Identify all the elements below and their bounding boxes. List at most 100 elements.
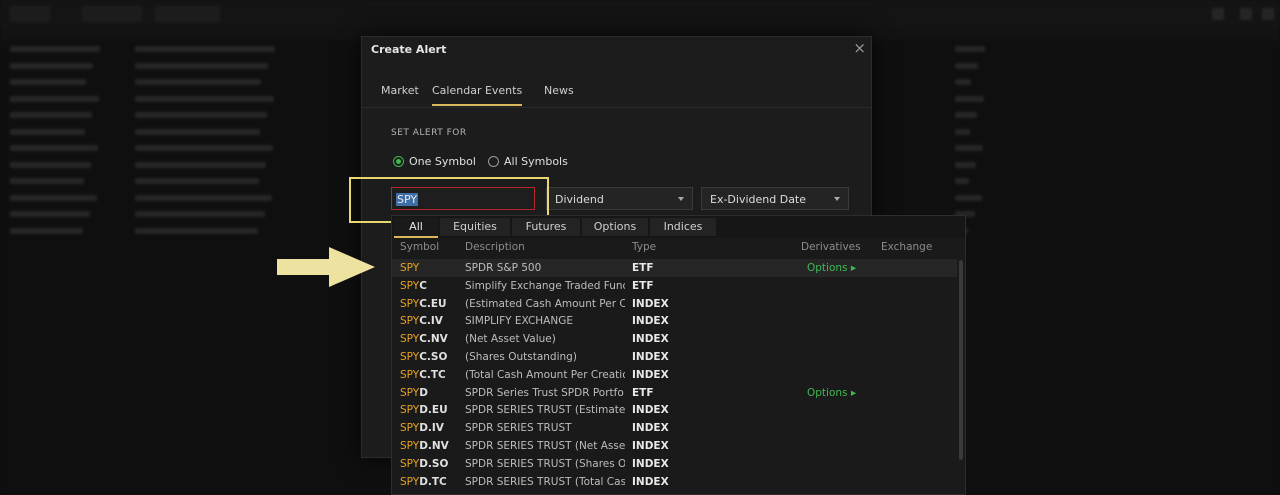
result-type: INDEX [632,297,669,310]
results-tab-options[interactable]: Options [582,218,648,236]
tab-news[interactable]: News [544,84,574,104]
date-field-value: Ex-Dividend Date [710,193,807,206]
result-row[interactable]: SPYD.TC SPDR SERIES TRUST (Total Cash INDE… [392,473,957,491]
result-type: ETF [632,386,654,399]
date-field-select[interactable]: Ex-Dividend Date [701,187,849,210]
result-row[interactable]: SPYC.EU (Estimated Cash Amount Per C INDEX [392,295,957,313]
result-description: SPDR S&P 500 [465,262,542,274]
options-link[interactable]: Options ▸ [807,387,856,399]
symbol-suffix: C.TC [419,368,446,381]
background-cell [135,161,266,168]
background-cell [10,62,93,69]
result-description: (Shares Outstanding) [465,351,577,363]
background-cell [135,178,259,184]
symbol-match: SPY [400,457,420,470]
result-symbol: SPYC.EU [400,298,447,310]
result-row[interactable]: SPYC.TC (Total Cash Amount Per Creation IN… [392,366,957,384]
result-symbol: SPYC.NV [400,333,448,345]
background-cell [10,112,92,118]
background-cell [10,145,98,151]
symbol-match: SPY [400,440,420,452]
symbol-match: SPY [400,386,420,399]
result-row[interactable]: SPYC.NV (Net Asset Value) INDEX [392,330,957,348]
event-type-select[interactable]: Dividend [546,187,693,210]
options-link[interactable]: Options ▸ [807,262,856,274]
result-row[interactable]: SPYC.IV SIMPLIFY EXCHANGE INDEX [392,312,957,330]
result-symbol: SPYD.IV [400,422,444,434]
results-tab-futures[interactable]: Futures [512,218,580,236]
symbol-match: SPY [400,368,420,381]
background-cell [135,194,272,201]
result-description: SPDR SERIES TRUST (Estimated [465,404,625,417]
background-cell [955,178,969,184]
col-symbol: Symbol [400,241,440,253]
results-header: Symbol Description Type Derivatives Exch… [392,238,965,256]
background-toolbar [0,0,1280,29]
result-symbol: SPY [400,262,419,274]
background-cell [955,79,971,85]
results-tab-indices[interactable]: Indices [650,218,716,236]
background-icon [1262,8,1274,20]
result-row[interactable]: SPYD.SO SPDR SERIES TRUST (Shares Ou INDEX [392,455,957,473]
result-description: SPDR SERIES TRUST (Net Asset [465,440,625,452]
background-tab [10,6,50,22]
symbol-match: SPY [400,279,420,292]
symbol-match: SPY [400,297,420,310]
result-symbol: SPYD [400,387,428,399]
chevron-down-icon [678,197,684,201]
background-icon [1212,8,1224,20]
result-type: INDEX [632,333,669,346]
background-cell [10,227,83,234]
background-tab [155,6,220,22]
background-cell [10,46,100,52]
symbol-suffix: D.SO [419,457,449,470]
background-cell [135,95,274,102]
background-cell [135,211,265,217]
result-row[interactable]: SPYC.SO (Shares Outstanding) INDEX [392,348,957,366]
result-type: INDEX [632,368,669,381]
results-scrollbar[interactable] [959,260,963,460]
radio-all-symbols[interactable]: All Symbols [488,155,568,168]
result-type: INDEX [632,457,669,470]
result-row[interactable]: SPY SPDR S&P 500 ETF Options ▸ [392,259,957,277]
symbol-match: SPY [400,262,420,274]
background-icon [1240,8,1252,20]
result-row[interactable]: SPYD.EU SPDR SERIES TRUST (Estimated INDEX [392,401,957,419]
tab-market[interactable]: Market [381,84,419,104]
result-description: SPDR Series Trust SPDR Portfo [465,386,624,399]
background-cell [955,112,977,118]
results-tab-equities[interactable]: Equities [440,218,510,236]
radio-one-symbol[interactable]: One Symbol [393,155,476,168]
result-description: SPDR SERIES TRUST (Shares Ou [465,457,625,470]
result-symbol: SPYD.TC [400,476,447,488]
dialog-title: Create Alert [371,43,447,56]
symbol-suffix: D.NV [419,440,449,452]
result-symbol: SPYC.IV [400,315,443,327]
result-description: (Net Asset Value) [465,333,556,346]
result-row[interactable]: SPYC Simplify Exchange Traded Fund ETF [392,277,957,295]
close-icon[interactable]: × [853,39,866,57]
background-cell [10,95,99,102]
result-row[interactable]: SPYD SPDR Series Trust SPDR Portfo ETF Opti… [392,384,957,402]
result-description: SPDR SERIES TRUST [465,422,572,435]
result-row[interactable]: SPYD.NV SPDR SERIES TRUST (Net Asset INDEX [392,437,957,455]
radio-selected-icon [393,156,404,167]
event-type-value: Dividend [555,193,604,206]
radio-unselected-icon [488,156,499,167]
result-symbol: SPYC.SO [400,351,447,363]
results-tab-all[interactable]: All [394,218,438,238]
result-description: (Estimated Cash Amount Per C [465,297,625,310]
tab-calendar-events[interactable]: Calendar Events [432,84,523,106]
radio-all-symbols-label: All Symbols [504,155,568,168]
result-symbol: SPYD.EU [400,404,448,416]
symbol-match: SPY [400,422,420,435]
results-tabs: All Equities Futures Options Indices [392,216,965,238]
result-type: INDEX [632,475,669,488]
result-type: INDEX [632,315,669,328]
result-description: SPDR SERIES TRUST (Total Cash [465,475,625,488]
result-type: INDEX [632,422,669,435]
background-cell [135,145,273,151]
symbol-match: SPY [400,404,420,417]
result-row[interactable]: SPYD.IV SPDR SERIES TRUST INDEX [392,419,957,437]
result-symbol: SPYC.TC [400,369,446,381]
